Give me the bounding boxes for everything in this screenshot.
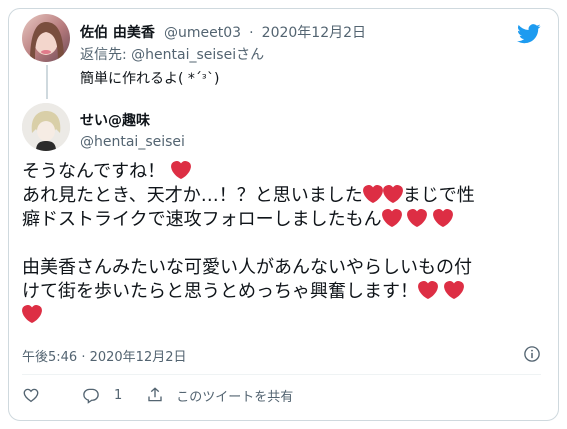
heart-icon (382, 208, 402, 228)
author-avatar-image (22, 103, 70, 151)
parent-tweet-text: 簡単に作れるよ( *´ᵌ`) (80, 71, 220, 87)
parent-display-name[interactable]: 佐伯 由美香 (80, 25, 155, 41)
header-separator: · (249, 25, 254, 41)
thread-connector (46, 65, 48, 99)
tweet-line: そうなんですね！ (22, 160, 537, 184)
heart-icon (171, 160, 191, 180)
author-name-row: せい@趣味 (80, 110, 150, 130)
reply-to-label: 返信先: (80, 47, 132, 63)
actions-divider (22, 374, 541, 375)
parent-avatar-image (30, 22, 64, 62)
tweet-line: あれ見たとき、天才か…！？と思いました まじで性 (22, 184, 475, 206)
heart-icon (383, 184, 403, 204)
info-icon[interactable] (523, 345, 541, 363)
share-label[interactable]: このツイートを共有 (176, 386, 293, 405)
reply-count: 1 (114, 387, 123, 403)
author-display-name[interactable]: せい@趣味 (80, 113, 150, 129)
reply-to-line: 返信先: @hentai_seiseiさん (80, 44, 264, 64)
heart-icon (363, 184, 383, 204)
author-avatar[interactable] (22, 103, 70, 151)
heart-icon (444, 280, 464, 300)
tweet-line: 由美香さんみたいな可愛い人があんないやらしいもの付 (22, 257, 472, 278)
author-handle[interactable]: @hentai_seisei (80, 134, 185, 150)
author-handle-row: @hentai_seisei (80, 131, 185, 150)
tweet-line: けて街を歩いたらと思うとめっちゃ興奮します！ (22, 280, 537, 304)
heart-icon (22, 304, 42, 324)
parent-date[interactable]: 2020年12月2日 (262, 25, 366, 41)
reply-to-handle[interactable]: @hentai_seiseiさん (131, 47, 264, 63)
share-icon[interactable] (146, 386, 164, 404)
parent-header: 佐伯 由美香 @umeet03 · 2020年12月2日 (80, 22, 366, 42)
action-bar: 1 このツイートを共有 (22, 384, 293, 406)
heart-icon (418, 280, 438, 300)
like-icon[interactable] (22, 386, 40, 404)
twitter-bird-icon[interactable] (517, 24, 541, 44)
heart-icon (433, 208, 453, 228)
tweet-line (22, 304, 537, 328)
parent-avatar[interactable] (22, 14, 70, 62)
tweet-timestamp[interactable]: 午後5:46 · 2020年12月2日 (22, 346, 187, 365)
heart-icon (407, 208, 427, 228)
parent-handle[interactable]: @umeet03 (164, 25, 241, 41)
tweet-text: そうなんですね！ あれ見たとき、天才か…！？と思いました まじで性 癖ドストライク… (22, 160, 537, 328)
tweet-line: 癖ドストライクで速攻フォローしましたもん (22, 208, 537, 232)
reply-icon[interactable] (82, 386, 100, 404)
